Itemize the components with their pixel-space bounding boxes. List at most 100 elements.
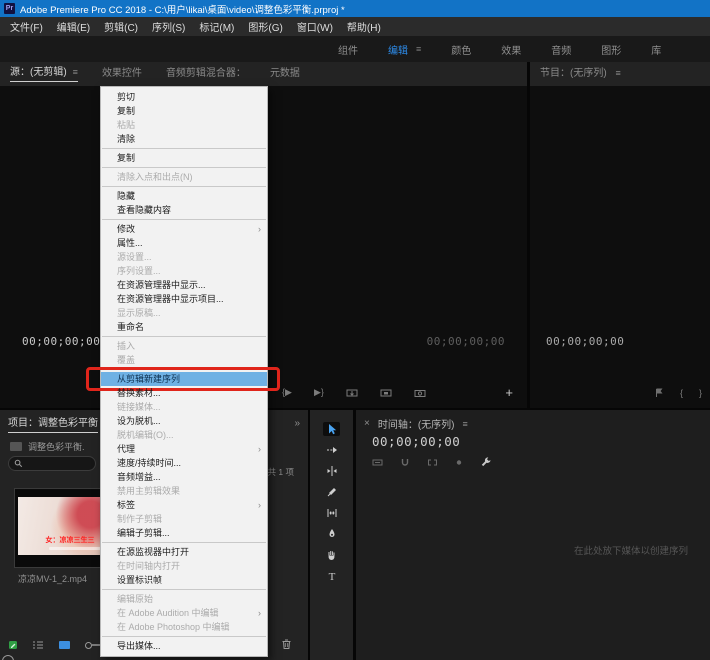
context-menu-item[interactable]: 隐藏 [101,189,267,203]
program-monitor-viewer: 00;00;00;00 { } [530,86,710,408]
selection-tool[interactable] [323,422,340,436]
menubar-item[interactable]: 文件(F) [3,17,50,36]
ripple-edit-tool[interactable] [323,464,340,478]
context-menu-item[interactable]: 音频增益... [101,470,267,484]
panel-menu-icon[interactable]: ≡ [463,419,468,429]
pen-tool[interactable] [323,527,340,541]
context-menu-item[interactable]: 代理› [101,442,267,456]
menubar-item[interactable]: 图形(G) [241,17,289,36]
add-marker-icon[interactable] [655,388,664,398]
progress-circle-icon [2,655,14,660]
panel-tab[interactable]: 效果控件 [102,64,142,82]
go-to-out-icon[interactable]: ▶} [314,387,324,398]
submenu-arrow-icon: › [258,498,261,512]
project-file-icon [10,442,22,451]
hand-tool[interactable] [323,548,340,562]
timeline-panel-tab[interactable]: 时间轴：(无序列) [378,416,455,431]
panel-menu-icon[interactable]: ≡ [73,67,78,77]
lift-icon[interactable]: { [680,388,683,398]
go-to-in-icon[interactable]: {▶ [282,387,292,398]
context-menu-item[interactable]: 修改› [101,222,267,236]
export-frame-icon[interactable] [414,388,426,398]
tools-panel: T [310,410,353,660]
workspace-tab[interactable]: 音频 [551,42,571,57]
workspace-tab[interactable]: 库 [651,42,661,57]
context-menu: 剪切复制粘贴清除复制清除入点和出点(N)隐藏查看隐藏内容修改›属性...源设置.… [100,86,268,657]
context-menu-item: 禁用主剪辑效果 [101,484,267,498]
context-menu-item[interactable]: 重命名 [101,320,267,334]
program-timecode: 00;00;00;00 [546,335,624,348]
menubar-item[interactable]: 编辑(E) [50,17,97,36]
project-writable-icon[interactable] [8,640,18,650]
context-menu-item[interactable]: 导出媒体... [101,639,267,653]
list-view-icon[interactable] [32,640,44,650]
menu-separator [102,167,266,168]
panel-tab[interactable]: 源：(无剪辑)≡ [10,63,78,82]
workspace-tab[interactable]: 效果 [501,42,521,57]
clip-filename[interactable]: 凉凉MV-1_2.mp4 [18,572,87,585]
context-menu-item: 序列设置... [101,264,267,278]
context-menu-item[interactable]: 设为脱机... [101,414,267,428]
menubar-item[interactable]: 标记(M) [192,17,241,36]
linked-selection-icon[interactable] [427,458,438,467]
workspace-tab[interactable]: 图形 [601,42,621,57]
context-menu-item[interactable]: 在资源管理器中显示项目... [101,292,267,306]
add-marker-icon[interactable] [455,458,463,467]
menubar-item[interactable]: 剪辑(C) [97,17,145,36]
overwrite-icon[interactable] [380,388,392,398]
context-menu-item[interactable]: 剪切 [101,90,267,104]
workspace-menu-icon[interactable]: ≡ [416,44,421,54]
menu-separator [102,336,266,337]
zoom-slider-knob[interactable] [85,642,92,649]
workspace-tab[interactable]: 组件 [338,42,358,57]
context-menu-item: 在 Adobe Audition 中编辑› [101,606,267,620]
panel-menu-icon[interactable]: ≡ [615,68,620,78]
context-menu-item: 覆盖 [101,353,267,367]
context-menu-item[interactable]: 替换素材... [101,386,267,400]
extract-icon[interactable]: } [699,388,702,398]
slip-tool[interactable] [323,506,340,520]
search-input[interactable] [8,456,96,471]
context-menu-item[interactable]: 在资源管理器中显示... [101,278,267,292]
context-menu-item[interactable]: 在源监视器中打开 [101,545,267,559]
menu-separator [102,148,266,149]
type-tool[interactable]: T [323,569,340,583]
track-select-forward-tool[interactable] [323,443,340,457]
context-menu-item[interactable]: 清除 [101,132,267,146]
razor-tool[interactable] [323,485,340,499]
timeline-settings-wrench-icon[interactable] [480,456,492,468]
workspace-tab[interactable]: 颜色 [451,42,471,57]
insert-icon[interactable] [346,388,358,398]
context-menu-item[interactable]: 设置标识帧 [101,573,267,587]
panel-overflow-icon[interactable]: » [294,418,300,429]
context-menu-item[interactable]: 从剪辑新建序列 [101,372,267,386]
snap-icon[interactable] [400,458,410,467]
window-title: Adobe Premiere Pro CC 2018 - C:\用户\likai… [20,2,345,16]
nest-sequence-icon[interactable] [372,458,383,467]
trash-icon[interactable] [281,638,292,650]
context-menu-item: 粘贴 [101,118,267,132]
context-menu-item: 显示原稿... [101,306,267,320]
icon-view-icon[interactable] [58,640,71,650]
button-editor-plus-icon[interactable]: + [505,385,513,400]
menubar-item[interactable]: 帮助(H) [340,17,388,36]
context-menu-item[interactable]: 属性... [101,236,267,250]
source-duration: 00;00;00;00 [427,335,505,348]
context-menu-item: 在时间轴内打开 [101,559,267,573]
menubar-item[interactable]: 序列(S) [145,17,192,36]
close-panel-icon[interactable]: × [364,418,370,429]
context-menu-item[interactable]: 标签› [101,498,267,512]
program-panel-tab[interactable]: 节目：(无序列) ≡ [540,64,621,82]
project-panel-tab[interactable]: 项目：调整色彩平衡 [8,414,98,433]
menu-separator [102,369,266,370]
context-menu-item[interactable]: 速度/持续时间... [101,456,267,470]
context-menu-item[interactable]: 复制 [101,104,267,118]
menubar-item[interactable]: 窗口(W) [290,17,340,36]
panel-tab[interactable]: 元数据 [270,64,300,82]
context-menu-item[interactable]: 查看隐藏内容 [101,203,267,217]
source-panel-tabs: 源：(无剪辑)≡ 效果控件 音频剪辑混合器： 元数据 [0,62,527,86]
workspace-tab[interactable]: 编辑 [388,42,408,57]
panel-tab[interactable]: 音频剪辑混合器： [166,64,246,82]
context-menu-item[interactable]: 复制 [101,151,267,165]
context-menu-item[interactable]: 编辑子剪辑... [101,526,267,540]
